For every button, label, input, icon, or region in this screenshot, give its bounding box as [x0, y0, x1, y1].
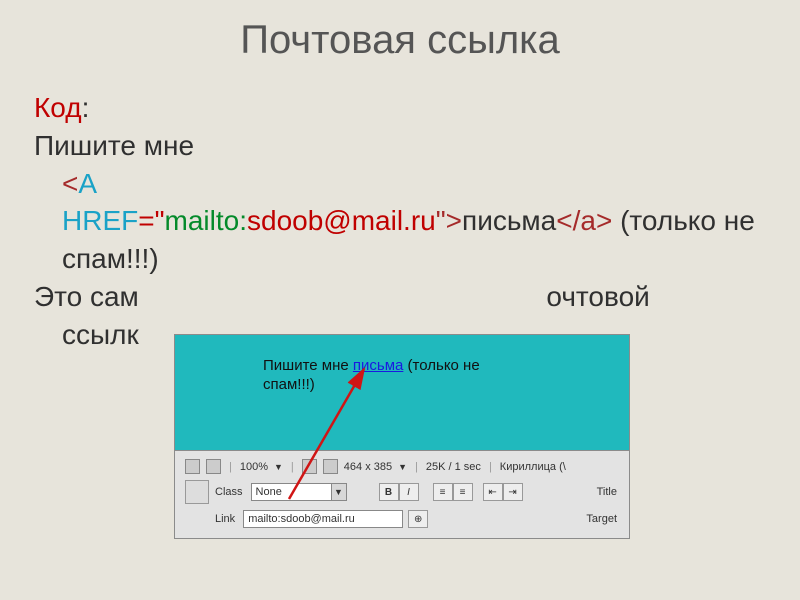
- mailto-scheme: mailto:: [165, 205, 247, 236]
- link-text: письма: [462, 205, 556, 236]
- link-label: Link: [215, 513, 235, 525]
- tool-icon[interactable]: [323, 459, 338, 474]
- preview-screenshot: Пишите мне письма (только не спам!!!) | …: [174, 334, 630, 539]
- dims-value: 464 x 385: [344, 461, 392, 473]
- italic-button[interactable]: I: [399, 483, 419, 501]
- editor-panel: | 100% ▼ | 464 x 385 ▼ | 25K / 1 sec | К…: [174, 451, 630, 539]
- indent-button[interactable]: ⇤: [483, 483, 503, 501]
- link-input[interactable]: mailto:sdoob@mail.ru: [243, 510, 403, 528]
- tool-icon[interactable]: [185, 459, 200, 474]
- encoding-value: Кириллица (\: [500, 461, 566, 473]
- email-value: sdoob@mail.ru: [247, 205, 436, 236]
- target-label: Target: [586, 513, 617, 525]
- element-icon: [185, 480, 209, 504]
- slide-content: Код: Пишите мне <A HREF="mailto:sdoob@ma…: [0, 89, 800, 354]
- lt: <: [62, 168, 78, 199]
- list-button[interactable]: ≡: [453, 483, 473, 501]
- code-line-1: Пишите мне: [34, 127, 770, 165]
- line3a: Это сам: [34, 281, 139, 312]
- tool-icon[interactable]: [206, 459, 221, 474]
- close-a: </a>: [556, 205, 612, 236]
- size-value: 25K / 1 sec: [426, 461, 481, 473]
- list-button[interactable]: ≡: [433, 483, 453, 501]
- colon: :: [82, 92, 90, 123]
- indent-button[interactable]: ⇥: [503, 483, 523, 501]
- tag-a: A: [78, 168, 97, 199]
- class-select[interactable]: None ▼: [251, 483, 347, 501]
- link-picker-button[interactable]: ⊕: [408, 510, 428, 528]
- title-label: Title: [597, 486, 617, 498]
- slide-title: Почтовая ссылка: [0, 0, 800, 89]
- tool-icon[interactable]: [302, 459, 317, 474]
- line3b: очтовой: [546, 281, 649, 312]
- bold-button[interactable]: B: [379, 483, 399, 501]
- eq-quote: =": [138, 205, 164, 236]
- code-label: Код: [34, 92, 82, 123]
- preview-link[interactable]: письма: [353, 357, 403, 374]
- preview-post2: спам!!!): [263, 376, 315, 393]
- close-quote-gt: ">: [436, 205, 462, 236]
- preview-pre: Пишите мне: [263, 357, 353, 374]
- zoom-value: 100%: [240, 461, 268, 473]
- class-label: Class: [215, 486, 243, 498]
- attr-href: HREF: [62, 205, 138, 236]
- preview-post1: (только не: [403, 357, 479, 374]
